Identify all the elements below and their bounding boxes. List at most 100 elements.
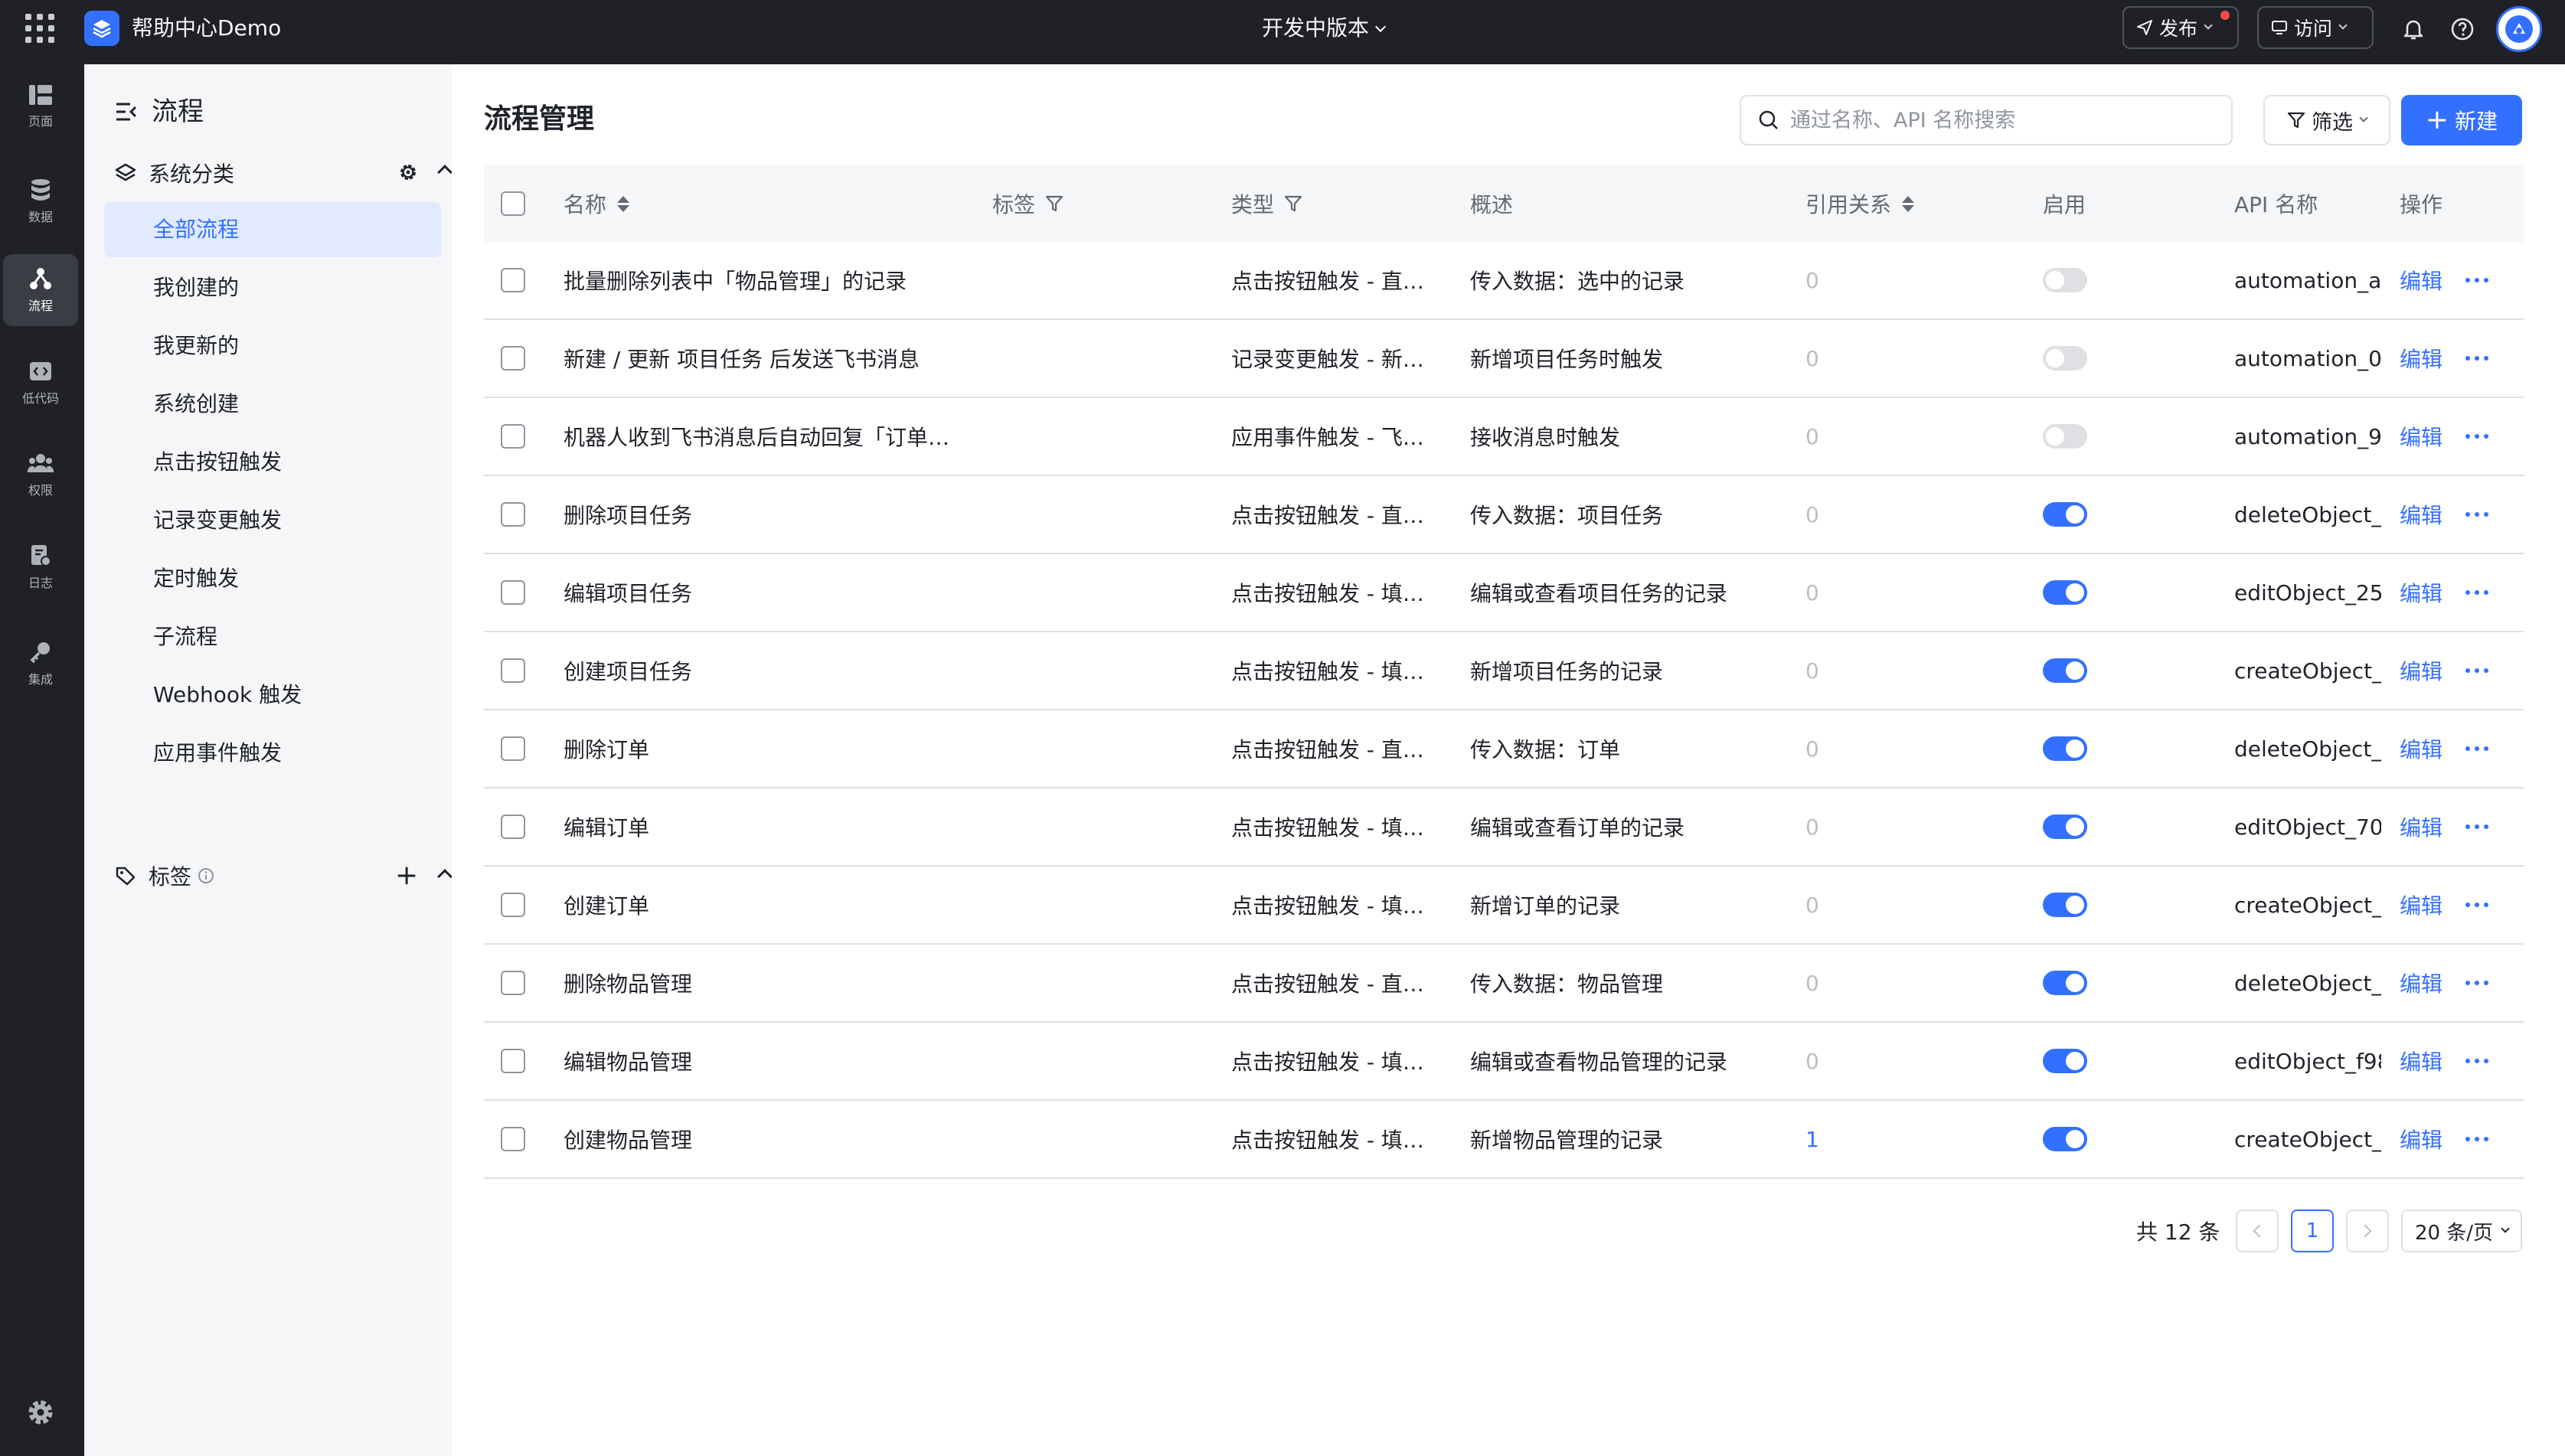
collapse-menu-icon[interactable] bbox=[115, 101, 138, 122]
sidebar-item-app-event-trigger[interactable]: 应用事件触发 bbox=[104, 726, 441, 781]
gear-icon[interactable] bbox=[397, 161, 420, 184]
user-avatar[interactable] bbox=[2496, 6, 2542, 52]
enable-toggle[interactable] bbox=[2043, 502, 2087, 527]
table-row[interactable]: 创建物品管理 点击按钮触发 - 填… 新增物品管理的记录 1 createObject_… bbox=[484, 1101, 2524, 1179]
table-row[interactable]: 机器人收到飞书消息后自动回复「订单… 应用事件触发 - 飞… 接收消息时触发 0 aut… bbox=[484, 398, 2524, 476]
row-checkbox[interactable] bbox=[501, 658, 525, 683]
search-box[interactable] bbox=[1740, 95, 2233, 145]
edit-link[interactable]: 编辑 bbox=[2400, 1046, 2442, 1076]
enable-toggle[interactable] bbox=[2043, 815, 2087, 839]
sidebar-item-webhook-trigger[interactable]: Webhook 触发 bbox=[104, 668, 441, 723]
sidebar-item-scheduled-trigger[interactable]: 定时触发 bbox=[104, 551, 441, 606]
row-checkbox[interactable] bbox=[501, 893, 525, 917]
rail-item-permission[interactable]: 权限 bbox=[3, 439, 78, 511]
edit-link[interactable]: 编辑 bbox=[2400, 343, 2442, 374]
row-checkbox[interactable] bbox=[501, 424, 525, 449]
row-checkbox[interactable] bbox=[501, 736, 525, 761]
edit-link[interactable]: 编辑 bbox=[2400, 577, 2442, 608]
more-icon[interactable] bbox=[2465, 981, 2489, 985]
rail-item-log[interactable]: 日志 bbox=[3, 531, 78, 603]
more-icon[interactable] bbox=[2465, 1137, 2489, 1141]
row-checkbox[interactable] bbox=[501, 502, 525, 527]
page-button-current[interactable]: 1 bbox=[2291, 1210, 2334, 1252]
more-icon[interactable] bbox=[2465, 434, 2489, 439]
sidebar-item-button-trigger[interactable]: 点击按钮触发 bbox=[104, 435, 441, 490]
category-header[interactable]: 系统分类 bbox=[115, 156, 453, 190]
column-header-name[interactable]: 名称 bbox=[564, 165, 962, 242]
row-checkbox[interactable] bbox=[501, 971, 525, 995]
version-selector[interactable]: 开发中版本 bbox=[1262, 15, 1387, 41]
column-header-ref[interactable]: 引用关系 bbox=[1805, 165, 2020, 242]
table-row[interactable]: 创建项目任务 点击按钮触发 - 填… 新增项目任务的记录 0 createObject_… bbox=[484, 632, 2524, 710]
page-size-select[interactable]: 20 条/页 bbox=[2401, 1210, 2522, 1252]
enable-toggle[interactable] bbox=[2043, 1127, 2087, 1151]
tags-header[interactable]: 标签 + bbox=[115, 859, 453, 893]
more-icon[interactable] bbox=[2465, 1059, 2489, 1063]
settings-icon[interactable] bbox=[23, 1395, 58, 1430]
sidebar-item-record-change-trigger[interactable]: 记录变更触发 bbox=[104, 493, 441, 548]
sidebar-item-updated-by-me[interactable]: 我更新的 bbox=[104, 318, 441, 374]
add-tag-icon[interactable]: + bbox=[395, 862, 418, 890]
table-row[interactable]: 编辑物品管理 点击按钮触发 - 填… 编辑或查看物品管理的记录 0 editObject… bbox=[484, 1023, 2524, 1101]
row-checkbox[interactable] bbox=[501, 346, 525, 371]
visit-button[interactable]: 访问 bbox=[2257, 6, 2374, 49]
edit-link[interactable]: 编辑 bbox=[2400, 968, 2442, 998]
search-input[interactable] bbox=[1790, 108, 2219, 132]
chevron-up-icon[interactable] bbox=[437, 165, 453, 180]
sort-icon[interactable] bbox=[617, 195, 630, 212]
more-icon[interactable] bbox=[2465, 512, 2489, 517]
enable-toggle[interactable] bbox=[2043, 268, 2087, 292]
table-row[interactable]: 删除项目任务 点击按钮触发 - 直… 传入数据：项目任务 0 deleteObject_… bbox=[484, 476, 2524, 554]
row-checkbox[interactable] bbox=[501, 580, 525, 605]
enable-toggle[interactable] bbox=[2043, 346, 2087, 371]
app-name[interactable]: 帮助中心Demo bbox=[132, 15, 281, 41]
enable-toggle[interactable] bbox=[2043, 736, 2087, 761]
enable-toggle[interactable] bbox=[2043, 971, 2087, 995]
rail-item-flow[interactable]: 流程 bbox=[3, 254, 78, 326]
select-all-checkbox[interactable] bbox=[501, 191, 525, 216]
enable-toggle[interactable] bbox=[2043, 658, 2087, 683]
more-icon[interactable] bbox=[2465, 590, 2489, 595]
sidebar-item-created-by-me[interactable]: 我创建的 bbox=[104, 260, 441, 315]
edit-link[interactable]: 编辑 bbox=[2400, 499, 2442, 530]
sidebar-item-system-created[interactable]: 系统创建 bbox=[104, 377, 441, 432]
table-row[interactable]: 删除物品管理 点击按钮触发 - 直… 传入数据：物品管理 0 deleteObject_… bbox=[484, 945, 2524, 1023]
edit-link[interactable]: 编辑 bbox=[2400, 733, 2442, 764]
sort-icon[interactable] bbox=[1902, 195, 1915, 212]
edit-link[interactable]: 编辑 bbox=[2400, 265, 2442, 295]
help-icon[interactable] bbox=[2447, 14, 2478, 44]
edit-link[interactable]: 编辑 bbox=[2400, 811, 2442, 842]
app-launcher-icon[interactable] bbox=[25, 14, 54, 43]
rail-item-integration[interactable]: 集成 bbox=[3, 628, 78, 700]
row-checkbox[interactable] bbox=[501, 1049, 525, 1073]
more-icon[interactable] bbox=[2465, 668, 2489, 673]
edit-link[interactable]: 编辑 bbox=[2400, 1124, 2442, 1154]
enable-toggle[interactable] bbox=[2043, 580, 2087, 605]
sidebar-item-all-flows[interactable]: 全部流程 bbox=[104, 202, 441, 257]
bell-icon[interactable] bbox=[2398, 14, 2429, 44]
rail-item-lowcode[interactable]: 低代码 bbox=[3, 348, 78, 419]
edit-link[interactable]: 编辑 bbox=[2400, 890, 2442, 920]
row-ref-count[interactable]: 1 bbox=[1805, 1127, 1819, 1152]
more-icon[interactable] bbox=[2465, 746, 2489, 751]
edit-link[interactable]: 编辑 bbox=[2400, 421, 2442, 452]
new-flow-button[interactable]: + 新建 bbox=[2401, 95, 2522, 145]
table-row[interactable]: 删除订单 点击按钮触发 - 直… 传入数据：订单 0 deleteObject_7 编辑 bbox=[484, 710, 2524, 788]
enable-toggle[interactable] bbox=[2043, 424, 2087, 449]
row-checkbox[interactable] bbox=[501, 1127, 525, 1151]
sidebar-item-subflow[interactable]: 子流程 bbox=[104, 609, 441, 664]
more-icon[interactable] bbox=[2465, 356, 2489, 361]
table-row[interactable]: 编辑项目任务 点击按钮触发 - 填… 编辑或查看项目任务的记录 0 editObject… bbox=[484, 554, 2524, 632]
enable-toggle[interactable] bbox=[2043, 1049, 2087, 1073]
filter-icon[interactable] bbox=[1044, 194, 1064, 214]
rail-item-pages[interactable]: 页面 bbox=[3, 70, 78, 142]
table-row[interactable]: 批量删除列表中「物品管理」的记录 点击按钮触发 - 直… 传入数据：选中的记录 0 au… bbox=[484, 242, 2524, 320]
row-checkbox[interactable] bbox=[501, 268, 525, 292]
enable-toggle[interactable] bbox=[2043, 893, 2087, 917]
table-row[interactable]: 创建订单 点击按钮触发 - 填… 新增订单的记录 0 createObject_7 编辑 bbox=[484, 867, 2524, 945]
filter-icon[interactable] bbox=[1283, 194, 1303, 214]
more-icon[interactable] bbox=[2465, 824, 2489, 829]
rail-item-data[interactable]: 数据 bbox=[3, 165, 78, 237]
info-icon[interactable] bbox=[198, 867, 214, 884]
chevron-up-icon[interactable] bbox=[437, 869, 453, 884]
